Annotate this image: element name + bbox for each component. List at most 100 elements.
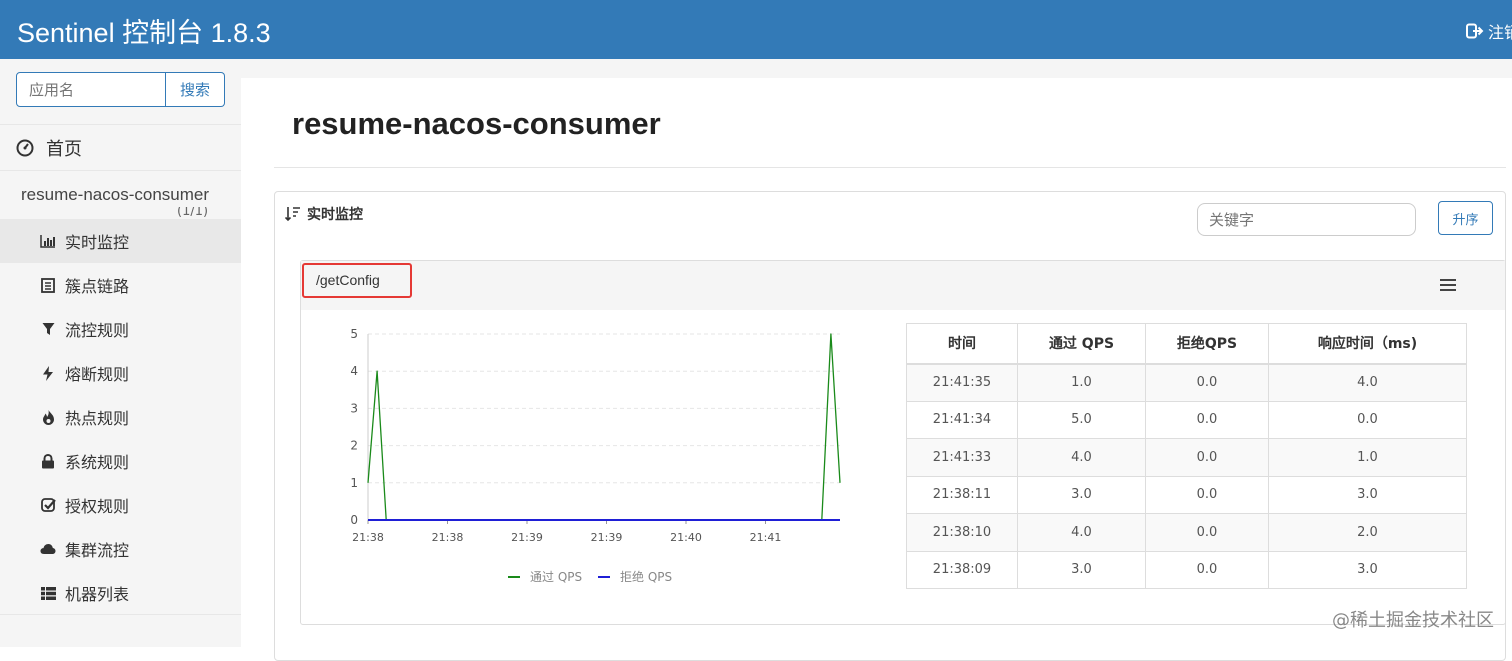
sidebar-item-label: 实时监控 (65, 233, 130, 252)
realtime-table: 时间 通过 QPS 拒绝QPS 响应时间（ms) 21:41:35 1.0 0.… (906, 323, 1467, 589)
page-title: resume-nacos-consumer (292, 106, 661, 141)
app-search: 搜索 (16, 72, 225, 107)
cloud-icon (40, 541, 56, 557)
sidebar-item-label: 热点规则 (65, 409, 130, 428)
check-icon (40, 497, 56, 513)
x-tick-label: 21:39 (591, 531, 623, 544)
logout-icon (1466, 23, 1484, 39)
y-tick-label: 3 (350, 401, 358, 415)
content-gutter (241, 59, 1512, 78)
watermark: @稀土掘金技术社区 (1332, 610, 1494, 631)
sort-order-button[interactable]: 升序 (1438, 201, 1493, 235)
logout-link[interactable]: 注销 (1466, 19, 1512, 43)
th-list-icon (40, 585, 56, 601)
y-tick-label: 0 (350, 513, 358, 527)
sidebar-item-hot-param-rules[interactable]: 热点规则 (0, 395, 241, 439)
table-row: 21:41:34 5.0 0.0 0.0 (906, 400, 1467, 439)
cell-rt: 3.0 (1268, 550, 1467, 589)
fire-icon (40, 409, 56, 425)
app-search-button[interactable]: 搜索 (166, 72, 225, 107)
table-row: 21:38:09 3.0 0.0 3.0 (906, 550, 1467, 589)
cell-block-qps: 0.0 (1145, 550, 1269, 589)
x-tick-label: 21:39 (511, 531, 543, 544)
y-tick-label: 5 (350, 327, 358, 341)
sidebar-item-label: 流控规则 (65, 321, 130, 340)
sidebar-item-home[interactable]: 首页 (16, 135, 82, 161)
sidebar-item-cluster-point[interactable]: 簇点链路 (0, 263, 241, 307)
column-header-pass-qps: 通过 QPS (1017, 323, 1146, 365)
x-tick-label: 21:41 (750, 531, 782, 544)
lock-icon (40, 453, 56, 469)
table-row: 21:38:11 3.0 0.0 3.0 (906, 475, 1467, 514)
sidebar-item-machine-list[interactable]: 机器列表 (0, 571, 241, 615)
y-tick-label: 2 (350, 439, 358, 453)
sidebar: 搜索 首页 resume-nacos-consumer (1/1) 实时监控 簇… (0, 59, 241, 647)
cell-block-qps: 0.0 (1145, 400, 1269, 439)
list-icon (40, 277, 56, 293)
bar-chart-icon (40, 233, 56, 249)
sidebar-item-label: 系统规则 (65, 453, 130, 472)
cell-time: 21:38:09 (906, 550, 1018, 589)
column-header-time: 时间 (906, 323, 1018, 365)
cell-pass-qps: 4.0 (1017, 438, 1146, 477)
brand-title[interactable]: Sentinel 控制台 1.8.3 (17, 11, 271, 50)
legend-label: 通过 QPS (530, 570, 582, 584)
menu-icon[interactable] (1440, 279, 1456, 291)
table-header-row: 时间 通过 QPS 拒绝QPS 响应时间（ms) (906, 323, 1467, 365)
table-row: 21:41:33 4.0 0.0 1.0 (906, 438, 1467, 477)
sidebar-item-label: 簇点链路 (65, 277, 130, 296)
x-tick-label: 21:40 (670, 531, 702, 544)
cell-time: 21:38:11 (906, 475, 1018, 514)
cell-rt: 2.0 (1268, 513, 1467, 552)
sidebar-item-flow-rules[interactable]: 流控规则 (0, 307, 241, 351)
divider (0, 124, 241, 125)
sidebar-item-realtime-monitor[interactable]: 实时监控 (0, 219, 241, 263)
sidebar-item-system-rules[interactable]: 系统规则 (0, 439, 241, 483)
app-search-input[interactable] (16, 72, 166, 107)
cell-time: 21:38:10 (906, 513, 1018, 552)
panel-title-label: 实时监控 (307, 207, 363, 223)
sidebar-item-authority-rules[interactable]: 授权规则 (0, 483, 241, 527)
series-line (367, 333, 841, 521)
qps-line-chart: 0 1 2 3 4 5 21:38 21:38 21:39 21:39 21:40 21:41 通过 Q… (350, 327, 841, 584)
sidebar-item-label: 集群流控 (65, 541, 130, 560)
legend-label: 拒绝 QPS (620, 569, 672, 584)
resource-name: /getConfig (302, 263, 412, 298)
divider (0, 614, 241, 615)
app-machine-count: (1/1) (177, 207, 209, 217)
cell-block-qps: 0.0 (1145, 363, 1269, 402)
cell-block-qps: 0.0 (1145, 438, 1269, 477)
cell-pass-qps: 1.0 (1017, 363, 1146, 402)
cell-rt: 0.0 (1268, 400, 1467, 439)
sidebar-item-label: 熔断规则 (65, 365, 130, 384)
keyword-input[interactable] (1197, 203, 1416, 236)
cell-time: 21:41:33 (906, 438, 1018, 477)
cell-rt: 3.0 (1268, 475, 1467, 514)
sidebar-item-label: 授权规则 (65, 497, 130, 516)
sidebar-item-cluster-flow[interactable]: 集群流控 (0, 527, 241, 571)
filter-icon (40, 321, 56, 337)
sidebar-app-name[interactable]: resume-nacos-consumer (21, 185, 209, 205)
column-header-block-qps: 拒绝QPS (1145, 323, 1269, 365)
cell-block-qps: 0.0 (1145, 475, 1269, 514)
column-header-rt: 响应时间（ms) (1268, 323, 1467, 365)
sort-amount-icon (285, 207, 300, 222)
cell-pass-qps: 3.0 (1017, 550, 1146, 589)
sidebar-item-degrade-rules[interactable]: 熔断规则 (0, 351, 241, 395)
cell-pass-qps: 4.0 (1017, 513, 1146, 552)
cell-rt: 1.0 (1268, 438, 1467, 477)
flash-icon (40, 365, 56, 381)
table-row: 21:41:35 1.0 0.0 4.0 (906, 363, 1467, 402)
cell-time: 21:41:34 (906, 400, 1018, 439)
y-tick-label: 1 (350, 476, 358, 490)
cell-time: 21:41:35 (906, 363, 1018, 402)
x-tick-label: 21:38 (352, 531, 384, 544)
divider (0, 170, 241, 171)
sidebar-item-label: 机器列表 (65, 585, 130, 604)
cell-pass-qps: 5.0 (1017, 400, 1146, 439)
home-label: 首页 (46, 139, 82, 160)
top-navbar: Sentinel 控制台 1.8.3 注销 (0, 0, 1512, 59)
cell-rt: 4.0 (1268, 363, 1467, 402)
cell-block-qps: 0.0 (1145, 513, 1269, 552)
divider (274, 167, 1506, 168)
